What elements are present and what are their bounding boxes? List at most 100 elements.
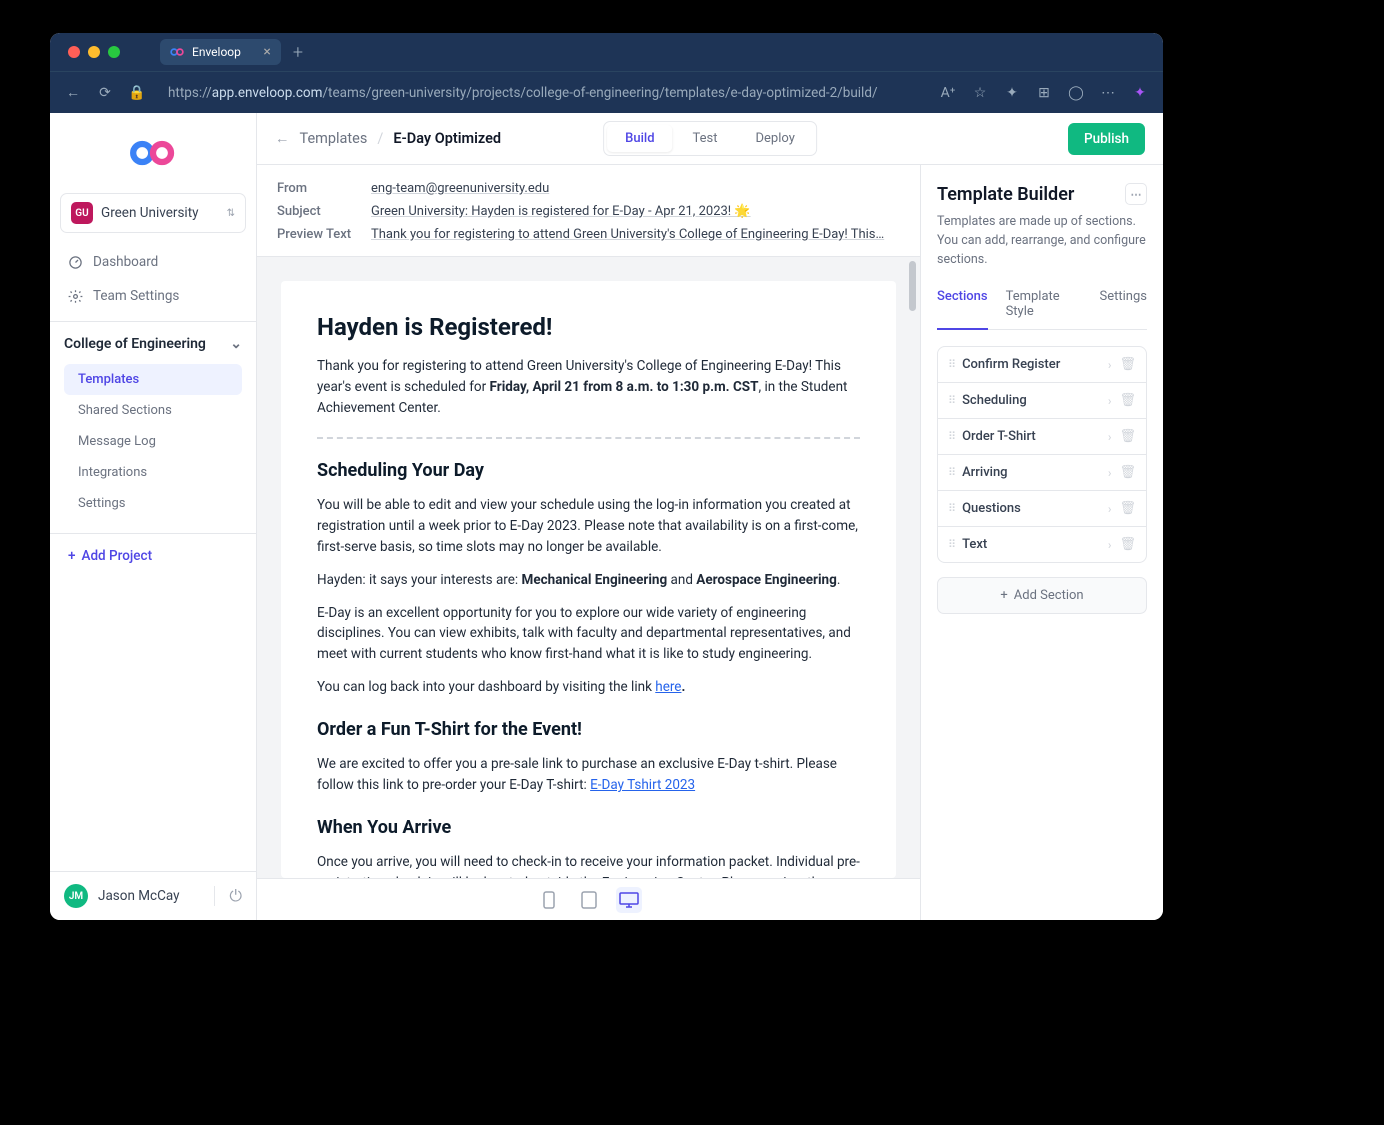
nav-settings[interactable]: Settings xyxy=(64,488,242,519)
trash-icon[interactable]: 🗑 xyxy=(1119,537,1136,552)
section-item[interactable]: ⠿Arriving›🗑 xyxy=(938,455,1146,491)
maximize-window-icon[interactable] xyxy=(108,46,120,58)
section-item[interactable]: ⠿Scheduling›🗑 xyxy=(938,383,1146,419)
sidebar: GU Green University ⇅ Dashboard Team Set… xyxy=(50,113,257,920)
email-preview[interactable]: Hayden is Registered! Thank you for regi… xyxy=(281,281,896,878)
publish-button[interactable]: Publish xyxy=(1068,123,1145,155)
reader-icon[interactable]: A⁺ xyxy=(939,84,957,102)
nav-integrations[interactable]: Integrations xyxy=(64,457,242,488)
nav-message-log[interactable]: Message Log xyxy=(64,426,242,457)
mode-build[interactable]: Build xyxy=(607,125,672,152)
breadcrumb: ← Templates / E-Day Optimized xyxy=(275,130,501,147)
nav-dashboard[interactable]: Dashboard xyxy=(50,245,256,279)
sections-list: ⠿Confirm Register›🗑 ⠿Scheduling›🗑 ⠿Order… xyxy=(937,346,1147,563)
section-label: Text xyxy=(962,537,1100,552)
grip-icon[interactable]: ⠿ xyxy=(948,466,954,479)
topbar: ← Templates / E-Day Optimized Build Test… xyxy=(257,113,1163,165)
mode-test[interactable]: Test xyxy=(675,125,736,152)
close-window-icon[interactable] xyxy=(68,46,80,58)
project-header[interactable]: College of Engineering ⌄ xyxy=(50,321,256,362)
chevron-right-icon[interactable]: › xyxy=(1108,394,1112,408)
from-value[interactable]: eng-team@greenuniversity.edu xyxy=(371,181,549,196)
nav-team-settings[interactable]: Team Settings xyxy=(50,279,256,313)
chevron-down-icon: ⌄ xyxy=(230,336,242,352)
preview-value[interactable]: Thank you for registering to attend Gree… xyxy=(371,227,884,242)
section-label: Order T-Shirt xyxy=(962,429,1100,444)
trash-icon[interactable]: 🗑 xyxy=(1119,501,1136,516)
grip-icon[interactable]: ⠿ xyxy=(948,358,954,371)
mode-deploy[interactable]: Deploy xyxy=(738,125,813,152)
grip-icon[interactable]: ⠿ xyxy=(948,538,954,551)
trash-icon[interactable]: 🗑 xyxy=(1119,429,1136,444)
tshirt-link[interactable]: E-Day Tshirt 2023 xyxy=(590,777,695,793)
trash-icon[interactable]: 🗑 xyxy=(1119,465,1136,480)
new-tab-button[interactable]: + xyxy=(293,42,303,63)
inspector-desc: Templates are made up of sections. You c… xyxy=(937,213,1147,269)
chevron-right-icon[interactable]: › xyxy=(1108,358,1112,372)
section-label: Questions xyxy=(962,501,1100,516)
project-name: College of Engineering xyxy=(64,336,206,352)
divider xyxy=(317,437,860,439)
more-icon[interactable]: ⋯ xyxy=(1099,84,1117,102)
chevron-right-icon[interactable]: › xyxy=(1108,502,1112,516)
nav-label: Dashboard xyxy=(93,254,158,270)
chevron-right-icon[interactable]: › xyxy=(1108,538,1112,552)
add-project-button[interactable]: + Add Project xyxy=(50,533,256,578)
grip-icon[interactable]: ⠿ xyxy=(948,502,954,515)
ai-star-icon[interactable]: ✦ xyxy=(1131,84,1149,102)
email-p4: E-Day is an excellent opportunity for yo… xyxy=(317,603,860,666)
browser-tab[interactable]: Enveloop × xyxy=(160,39,281,65)
close-tab-icon[interactable]: × xyxy=(263,44,270,60)
breadcrumb-parent[interactable]: Templates xyxy=(300,130,368,147)
scrollbar[interactable] xyxy=(909,261,916,311)
preview-label: Preview Text xyxy=(277,227,371,242)
user-name: Jason McCay xyxy=(98,888,204,904)
chevron-right-icon[interactable]: › xyxy=(1108,466,1112,480)
desktop-preview-icon[interactable] xyxy=(616,887,642,913)
breadcrumb-current: E-Day Optimized xyxy=(393,130,501,147)
email-p3: Hayden: it says your interests are: Mech… xyxy=(317,570,860,591)
reload-icon[interactable]: ⟳ xyxy=(96,84,114,102)
email-h1: Hayden is Registered! xyxy=(317,309,860,346)
trash-icon[interactable]: 🗑 xyxy=(1119,393,1136,408)
nav-shared-sections[interactable]: Shared Sections xyxy=(64,395,242,426)
favorite-icon[interactable]: ☆ xyxy=(971,84,989,102)
extension-icon[interactable]: ✦ xyxy=(1003,84,1021,102)
enveloop-logo-icon xyxy=(126,138,180,168)
trash-icon[interactable]: 🗑 xyxy=(1119,357,1136,372)
email-p5: You can log back into your dashboard by … xyxy=(317,677,860,698)
address-bar[interactable]: https://app.enveloop.com/teams/green-uni… xyxy=(160,85,925,101)
tab-sections[interactable]: Sections xyxy=(937,289,988,330)
collections-icon[interactable]: ⊞ xyxy=(1035,84,1053,102)
logout-icon[interactable]: ⏻ xyxy=(214,886,242,906)
mobile-preview-icon[interactable] xyxy=(536,887,562,913)
grip-icon[interactable]: ⠿ xyxy=(948,430,954,443)
nav-templates[interactable]: Templates xyxy=(64,364,242,395)
section-item[interactable]: ⠿ Confirm Register › 🗑 xyxy=(938,347,1146,383)
section-item[interactable]: ⠿ Text › 🗑 xyxy=(938,527,1146,562)
section-item[interactable]: ⠿ Order T-Shirt › 🗑 xyxy=(938,419,1146,455)
minimize-window-icon[interactable] xyxy=(88,46,100,58)
section-item[interactable]: ⠿ Questions › 🗑 xyxy=(938,491,1146,527)
add-section-button[interactable]: + Add Section xyxy=(937,577,1147,614)
tablet-preview-icon[interactable] xyxy=(576,887,602,913)
org-selector[interactable]: GU Green University ⇅ xyxy=(60,193,246,233)
chevron-right-icon[interactable]: › xyxy=(1108,430,1112,444)
email-p2: You will be able to edit and view your s… xyxy=(317,495,860,558)
tab-template-style[interactable]: Template Style xyxy=(1006,289,1082,329)
add-section-label: Add Section xyxy=(1014,588,1084,603)
inspector: Template Builder ⋯ Templates are made up… xyxy=(921,165,1163,920)
tab-settings[interactable]: Settings xyxy=(1100,289,1147,329)
canvas: Hayden is Registered! Thank you for regi… xyxy=(257,257,920,878)
logo[interactable] xyxy=(50,113,256,193)
back-icon[interactable]: ← xyxy=(64,84,82,102)
inspector-more-button[interactable]: ⋯ xyxy=(1125,183,1147,205)
email-p7: Once you arrive, you will need to check-… xyxy=(317,852,860,878)
back-arrow-icon[interactable]: ← xyxy=(275,130,290,147)
avatar[interactable]: JM xyxy=(64,884,88,908)
profile-icon[interactable]: ◯ xyxy=(1067,84,1085,102)
section-label: Confirm Register xyxy=(962,357,1100,372)
grip-icon[interactable]: ⠿ xyxy=(948,394,954,407)
subject-value[interactable]: Green University: Hayden is registered f… xyxy=(371,204,751,219)
dashboard-link[interactable]: here xyxy=(655,679,681,695)
